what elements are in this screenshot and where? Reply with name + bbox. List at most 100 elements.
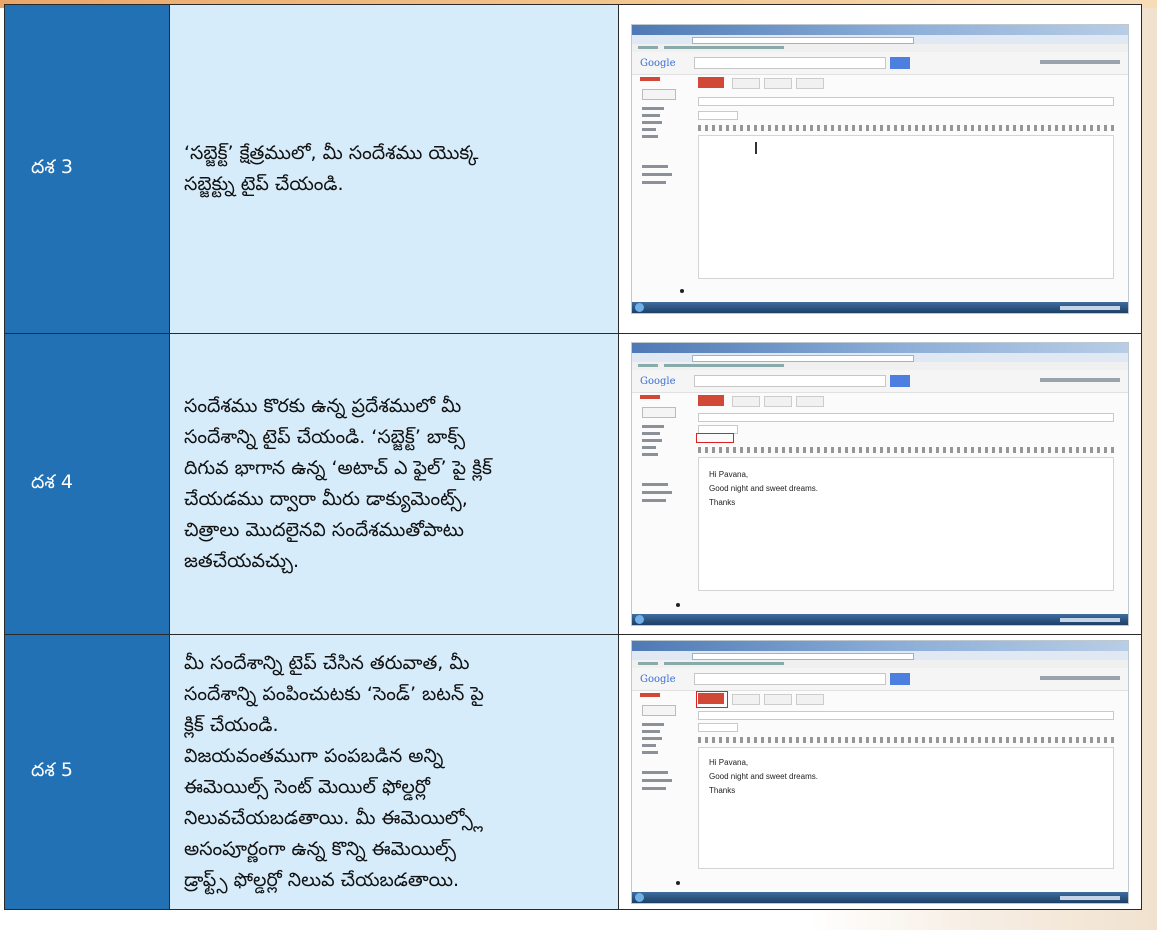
formatting-toolbar xyxy=(698,447,1114,453)
to-field xyxy=(698,413,1114,422)
search-input xyxy=(694,57,886,69)
save-button xyxy=(732,396,760,407)
description-line: జతచేయవచ్చు. xyxy=(184,550,299,572)
subject-field xyxy=(698,111,738,120)
system-tray xyxy=(1060,306,1120,310)
description-line: చిత్రాలు మొదలైనవి సందేశముతోపాటు xyxy=(184,519,464,541)
browser-title-bar xyxy=(632,641,1128,651)
account-label xyxy=(1040,60,1120,64)
discard-button xyxy=(764,694,792,705)
step-label: దశ 5 xyxy=(4,634,170,910)
message-text: Hi Pavana, Good night and sweet dreams. … xyxy=(709,468,818,510)
to-field xyxy=(698,711,1114,720)
labels-button xyxy=(796,78,824,89)
system-tray xyxy=(1060,618,1120,622)
message-body: Hi Pavana, Good night and sweet dreams. … xyxy=(698,747,1114,869)
system-tray xyxy=(1060,896,1120,900)
step-description: ‘సబ్జెక్ట్’ క్షేత్రములో, మీ సందేశము యొక్… xyxy=(169,4,619,334)
step-screenshot-cell: Google xyxy=(618,4,1142,334)
search-icon xyxy=(890,375,910,387)
search-icon xyxy=(890,673,910,685)
description-line: సందేశము కొరకు ఉన్న ప్రదేశములో మీ xyxy=(184,395,462,417)
description-line: మీ సందేశాన్ని టైప్ చేసిన తరువాత, మీ xyxy=(184,652,470,674)
attach-file-highlight xyxy=(696,433,734,443)
step-label: దశ 3 xyxy=(4,4,170,334)
discard-button xyxy=(764,396,792,407)
description-line: దిగువ భాగాన ఉన్న ‘అటాచ్ ఎ ఫైల్’ పై క్లిక… xyxy=(184,457,492,479)
step-description: మీ సందేశాన్ని టైప్ చేసిన తరువాత, మీ సందే… xyxy=(169,634,619,910)
account-label xyxy=(1040,676,1120,680)
gmail-compose-screenshot: Google xyxy=(631,342,1129,626)
start-icon xyxy=(635,893,644,902)
subject-field xyxy=(698,723,738,732)
send-button-highlight xyxy=(696,691,728,708)
discard-button xyxy=(764,78,792,89)
url-field xyxy=(692,37,914,44)
description-line: డ్రాఫ్ట్స్ ఫోల్డర్లో నిలువ చేయబడతాయి. xyxy=(184,869,460,891)
gmail-label xyxy=(640,395,660,399)
description-line: క్లిక్ చేయండి. xyxy=(184,714,279,736)
step-label: దశ 4 xyxy=(4,333,170,635)
pointer-icon xyxy=(676,603,680,607)
message-line: Thanks xyxy=(709,786,736,795)
step-row: దశ 5 మీ సందేశాన్ని టైప్ చేసిన తరువాత, మీ… xyxy=(4,634,1142,910)
description-line: ఈమెయిల్స్ సెంట్ మెయిల్ ఫోల్డర్లో xyxy=(184,776,431,798)
description-line: అసంపూర్ణంగా ఉన్న కొన్ని ఈమెయిల్స్ xyxy=(184,838,456,860)
message-body xyxy=(698,135,1114,279)
gmail-header: Google xyxy=(632,668,1128,691)
windows-taskbar xyxy=(632,614,1128,625)
formatting-toolbar xyxy=(698,737,1114,743)
formatting-toolbar xyxy=(698,125,1114,131)
windows-taskbar xyxy=(632,892,1128,903)
send-button xyxy=(698,395,724,406)
gmail-compose-screenshot: Google xyxy=(631,640,1129,904)
description-line: సందేశాన్ని పంపించుటకు ‘సెండ్’ బటన్ పై xyxy=(184,683,484,705)
pointer-icon xyxy=(676,881,680,885)
compose-button xyxy=(642,89,676,100)
step-row: దశ 3 ‘సబ్జెక్ట్’ క్షేత్రములో, మీ సందేశము… xyxy=(4,4,1142,334)
save-button xyxy=(732,694,760,705)
send-button xyxy=(698,77,724,88)
compose-button xyxy=(642,705,676,716)
message-line: Thanks xyxy=(709,498,736,507)
step-screenshot-cell: Google xyxy=(618,333,1142,635)
search-icon xyxy=(890,57,910,69)
message-body: Hi Pavana, Good night and sweet dreams. … xyxy=(698,457,1114,591)
description-line: చేయడము ద్వారా మీరు డాక్యుమెంట్స్, xyxy=(184,488,468,510)
pointer-icon xyxy=(680,289,684,293)
browser-title-bar xyxy=(632,343,1128,353)
start-icon xyxy=(635,615,644,624)
message-line: Hi Pavana, xyxy=(709,758,749,767)
description-line: నిలువచేయబడతాయి. మీ ఈమెయిల్స్లో xyxy=(184,807,483,829)
google-logo: Google xyxy=(640,674,676,685)
google-logo: Google xyxy=(640,376,676,387)
gmail-label xyxy=(640,693,660,697)
google-logo: Google xyxy=(640,58,676,69)
url-field xyxy=(692,355,914,362)
account-label xyxy=(1040,378,1120,382)
message-line: Good night and sweet dreams. xyxy=(709,772,818,781)
gmail-label xyxy=(640,77,660,81)
message-line: Good night and sweet dreams. xyxy=(709,484,818,493)
step-description: సందేశము కొరకు ఉన్న ప్రదేశములో మీ సందేశాన… xyxy=(169,333,619,635)
description-line: సందేశాన్ని టైప్ చేయండి. ‘సబ్జెక్ట్’ బాక్… xyxy=(184,426,466,448)
steps-table: దశ 3 ‘సబ్జెక్ట్’ క్షేత్రములో, మీ సందేశము… xyxy=(4,4,1142,910)
save-button xyxy=(732,78,760,89)
message-line: Hi Pavana, xyxy=(709,470,749,479)
windows-taskbar xyxy=(632,302,1128,313)
gmail-header: Google xyxy=(632,370,1128,393)
to-field xyxy=(698,97,1114,106)
message-text: Hi Pavana, Good night and sweet dreams. … xyxy=(709,756,818,798)
labels-button xyxy=(796,694,824,705)
search-input xyxy=(694,375,886,387)
gmail-compose-screenshot: Google xyxy=(631,24,1129,314)
step-screenshot-cell: Google xyxy=(618,634,1142,910)
gmail-header: Google xyxy=(632,52,1128,75)
search-input xyxy=(694,673,886,685)
browser-title-bar xyxy=(632,25,1128,35)
step-row: దశ 4 సందేశము కొరకు ఉన్న ప్రదేశములో మీ సం… xyxy=(4,333,1142,635)
labels-button xyxy=(796,396,824,407)
start-icon xyxy=(635,303,644,312)
url-field xyxy=(692,653,914,660)
description-line: ‘సబ్జెక్ట్’ క్షేత్రములో, మీ సందేశము యొక్… xyxy=(184,142,479,164)
